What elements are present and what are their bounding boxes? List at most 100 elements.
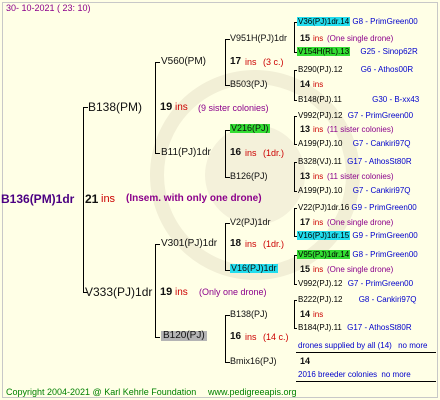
gen3-ins-label: ins	[313, 125, 324, 134]
gen3-ins-label: ins	[313, 310, 324, 319]
sire-ins-count: 19	[160, 101, 173, 113]
gen4-row: A199(PJ).10 G7 - Cankiri97Q	[298, 140, 411, 148]
gen3-note: (11 sister colonies)	[327, 125, 394, 134]
gen4-name[interactable]: A199(PJ).10	[298, 186, 342, 195]
gen3-ins-label: ins	[313, 218, 324, 227]
gen2-ins-label: ins	[245, 57, 257, 67]
connector-line	[155, 337, 160, 338]
timestamp-header: 30- 10-2021 ( 23: 10)	[6, 3, 91, 13]
connector-line	[83, 107, 84, 293]
gen3-name[interactable]: B503(PJ)	[230, 80, 268, 89]
connector-line	[294, 300, 295, 328]
connector-line	[294, 70, 297, 71]
gen4-row: V22(PJ)1dr.16 G9 - PrimGreen00	[298, 204, 417, 212]
gen2-note: (1dr.)	[263, 239, 285, 249]
sire-note: (9 sister colonies)	[198, 103, 269, 113]
gen2-ins-label: ins	[245, 148, 257, 158]
gen3-ins-count: 14	[300, 79, 311, 89]
gen2-name[interactable]: V301(PJ)1dr	[161, 239, 217, 249]
connector-line	[294, 116, 295, 144]
gen4-tag: G7 - PrimGreen00	[347, 111, 414, 120]
gen4-row: V992(PJ).12 G7 - PrimGreen00	[298, 280, 413, 288]
gen4-tag: G8 - PrimGreen00	[352, 17, 418, 26]
gen4-name[interactable]: V992(PJ).12	[298, 111, 342, 120]
gen4-name[interactable]: B328(VJ).11	[298, 157, 342, 166]
gen3-name[interactable]: V216(PJ)	[230, 124, 270, 133]
connector-line	[294, 300, 297, 301]
gen4-tag: G8 - PrimGreen00	[352, 250, 418, 259]
gen2-name[interactable]: V560(PM)	[161, 57, 206, 67]
connector-line	[155, 62, 160, 63]
gen3-note: (One single drone)	[327, 34, 394, 43]
colonies-more: no more	[381, 370, 411, 379]
gen3-name[interactable]: V16(PJ)1dr	[230, 264, 278, 273]
connector-line	[155, 153, 160, 154]
gen3-name[interactable]: Bmix16(PJ)	[230, 357, 277, 366]
gen4-name[interactable]: V16(PJ)1dr.15	[297, 231, 351, 240]
gen3-ins-label: ins	[313, 172, 324, 181]
gen4-tag: G25 - Sinop62R	[360, 47, 418, 56]
root-ins-count: 21	[85, 192, 99, 206]
gen2-ins-count: 16	[230, 147, 242, 158]
gen4-name[interactable]: V154H(RL).13	[297, 47, 351, 56]
connector-line	[294, 70, 295, 100]
gen3-note: (One single drone)	[327, 265, 394, 274]
gen4-name[interactable]: V992(PJ).12	[298, 279, 342, 288]
gen4-tag: G17 - AthosSt80R	[347, 157, 412, 166]
colonies-note: 2016 breeder colonies	[298, 370, 378, 379]
gen3-name[interactable]: V2(PJ)1dr	[230, 218, 271, 227]
gen3-name[interactable]: V951H(PJ)1dr	[230, 34, 287, 43]
connector-line	[155, 62, 156, 153]
root-queen-name[interactable]: B136(PM)1dr	[1, 193, 74, 205]
connector-line	[294, 255, 295, 284]
dam-ins-label: ins	[175, 287, 188, 298]
connector-line	[225, 39, 226, 85]
gen3-name[interactable]: B138(PJ)	[230, 310, 268, 319]
site-link[interactable]: www.pedigreeapis.org	[208, 388, 297, 397]
gen4-name[interactable]: A199(PJ).10	[298, 139, 342, 148]
connector-line	[294, 162, 297, 163]
gen4-row: V154H(RL).13 G25 - Sinop62R	[297, 47, 418, 56]
gen4-row: V992(PJ).12 G7 - PrimGreen00	[298, 112, 413, 120]
gen4-row: B148(PJ).11 G30 - B-xx43	[298, 96, 419, 104]
gen3-ins-label: ins	[313, 34, 324, 43]
dam-name[interactable]: V333(PJ)1dr	[85, 286, 152, 298]
gen4-name[interactable]: V22(PJ)1dr.16	[298, 203, 349, 212]
gen3-name[interactable]: B126(PJ)	[230, 172, 268, 181]
gen2-name[interactable]: B11(PJ)1dr	[161, 148, 211, 158]
dam-note: (Only one drone)	[199, 287, 267, 297]
gen3-ins-count: 14	[300, 309, 311, 319]
gen4-name[interactable]: V95(PJ)1dr.14	[297, 250, 351, 259]
gen4-row: V36(PJ)1dr.14 G8 - PrimGreen00	[297, 17, 418, 26]
root-ins-label: ins	[101, 193, 116, 205]
connector-line	[294, 116, 297, 117]
gen4-tag: G9 - PrimGreen00	[352, 231, 418, 240]
gen4-tag: G17 - AthosSt80R	[347, 323, 412, 332]
gen4-tag: G8 - Cankiri97Q	[358, 295, 417, 304]
gen2-ins-count: 17	[230, 56, 242, 67]
gen4-row: V16(PJ)1dr.15 G9 - PrimGreen00	[297, 231, 418, 240]
gen4-row: B290(PJ).12 G6 - Athos00R	[298, 66, 413, 74]
gen4-name[interactable]: B148(PJ).11	[298, 95, 342, 104]
gen2-ins-count: 16	[230, 331, 242, 342]
divider-line	[296, 381, 436, 382]
gen2-note: (1dr.)	[263, 148, 285, 158]
colonies-row: 2016 breeder colonies no more	[298, 371, 411, 379]
gen4-name[interactable]: B184(PJ).11	[298, 323, 342, 332]
gen4-name[interactable]: V36(PJ)1dr.14	[297, 17, 351, 26]
connector-line	[155, 244, 156, 337]
gen3-note: (One single drone)	[327, 218, 394, 227]
divider-line	[296, 352, 436, 353]
gen3-ins-label: ins	[313, 80, 324, 89]
sire-name[interactable]: B138(PM)	[88, 101, 142, 113]
gen3-note: (11 sister colonies)	[327, 172, 394, 181]
gen2-name[interactable]: B120(PJ)	[161, 331, 207, 341]
gen4-name[interactable]: B222(PJ).12	[298, 295, 342, 304]
gen4-tag: G7 - PrimGreen00	[347, 279, 414, 288]
connector-line	[225, 130, 226, 177]
gen2-ins-label: ins	[245, 332, 257, 342]
gen3-ins-count: 15	[300, 33, 311, 43]
gen4-name[interactable]: B290(PJ).12	[298, 65, 342, 74]
gen4-row: B184(PJ).11 G17 - AthosSt80R	[298, 324, 412, 332]
gen4-tag: G7 - Cankiri97Q	[352, 139, 411, 148]
